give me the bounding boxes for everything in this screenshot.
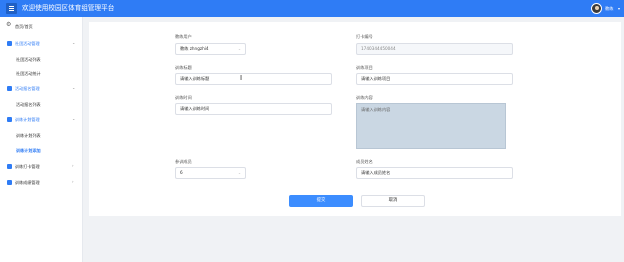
sidebar-item-label: 首页/首页 [15, 24, 33, 29]
sidebar-item-checkin[interactable]: 训练打卡管理 › [0, 160, 83, 174]
chevron-down-icon: ⌄ [237, 171, 241, 175]
submit-button[interactable]: 提交 [289, 195, 353, 207]
chevron-down-icon: ⌄ [237, 47, 241, 51]
content-label: 训练内容 [356, 95, 373, 100]
folder-icon [7, 86, 12, 91]
folder-icon [7, 164, 12, 169]
project-label: 训练项目 [356, 65, 373, 70]
sidebar-item-club-activity[interactable]: 社团活动管理 ⌄ [0, 37, 83, 51]
sidebar-item-home[interactable]: ⚙ 首页/首页 [0, 20, 83, 34]
sidebar-item-scores[interactable]: 训练成绩管理 › [0, 176, 83, 190]
member-name-label: 成员姓名 [356, 159, 373, 164]
coach-select-value: 教练 zhngzhi4 [180, 46, 209, 51]
time-input[interactable]: 请输入训练时间 [175, 103, 332, 115]
content-textarea[interactable]: 请输入训练内容 [356, 103, 506, 149]
chevron-right-icon: › [72, 179, 74, 184]
member-select[interactable]: 6 ⌄ [175, 167, 246, 179]
member-label: 参训成员 [175, 159, 192, 164]
coach-select[interactable]: 教练 zhngzhi4 ⌄ [175, 43, 246, 55]
sidebar-item-label: 训练计划管理 [15, 117, 40, 122]
chevron-right-icon: › [72, 163, 74, 168]
gear-icon: ⚙ [6, 21, 12, 28]
sidebar-item-label: 活动报名管理 [15, 86, 40, 91]
sidebar-item-registration-list[interactable]: 活动报名列表 [0, 98, 83, 112]
sidebar-item-label: 训练成绩管理 [15, 180, 40, 185]
member-name-input[interactable]: 请输入成员姓名 [356, 167, 513, 179]
sidebar-item-registration[interactable]: 活动报名管理 ⌄ [0, 82, 83, 96]
folder-icon [7, 180, 12, 185]
sidebar-item-label: 社团活动管理 [15, 41, 40, 46]
sidebar-item-label: 社团活动列表 [16, 57, 41, 62]
form-panel [89, 22, 621, 216]
cancel-button[interactable]: 取消 [361, 195, 425, 207]
chevron-down-icon: ⌄ [72, 40, 76, 45]
chevron-down-icon: ⌄ [72, 85, 76, 90]
checkin-no-label: 打卡编号 [356, 34, 373, 39]
title-label: 训练标题 [175, 65, 192, 70]
coach-label: 教练用户 [175, 34, 192, 39]
chevron-down-icon[interactable]: ▾ [618, 5, 620, 13]
top-header: 欢迎使用校园区体育组管理平台 教练 ▾ [0, 0, 624, 17]
folder-icon [7, 117, 12, 122]
folder-icon [7, 41, 12, 46]
sidebar: ⚙ 首页/首页 社团活动管理 ⌄ 社团活动列表 社团活动统计 活动报名管理 ⌄ … [0, 17, 83, 262]
sidebar-item-training-plan-add[interactable]: 训练计划添加 [0, 144, 83, 158]
chevron-down-icon: ⌄ [72, 116, 76, 121]
app-title: 欢迎使用校园区体育组管理平台 [22, 4, 115, 12]
sidebar-item-label: 训练打卡管理 [15, 164, 40, 169]
sidebar-item-club-stats[interactable]: 社团活动统计 [0, 67, 83, 81]
sidebar-item-label: 训练计划添加 [16, 148, 41, 153]
member-select-value: 6 [180, 170, 183, 175]
sidebar-item-training-plan[interactable]: 训练计划管理 ⌄ [0, 113, 83, 127]
text-cursor-icon: I [240, 74, 243, 82]
sidebar-item-label: 活动报名列表 [16, 102, 41, 107]
sidebar-item-club-list[interactable]: 社团活动列表 [0, 53, 83, 67]
checkin-no-field[interactable]: 1740344450044 [356, 43, 513, 55]
username[interactable]: 教练 [605, 4, 613, 13]
sidebar-item-label: 社团活动统计 [16, 71, 41, 76]
time-label: 训练时间 [175, 95, 192, 100]
title-input[interactable]: 请输入训练标题 [175, 73, 332, 85]
sidebar-item-training-plan-list[interactable]: 训练计划列表 [0, 129, 83, 143]
menu-icon[interactable] [6, 3, 17, 14]
avatar-icon[interactable] [591, 3, 602, 14]
sidebar-item-label: 训练计划列表 [16, 133, 41, 138]
project-input[interactable]: 请输入训练项目 [356, 73, 513, 85]
